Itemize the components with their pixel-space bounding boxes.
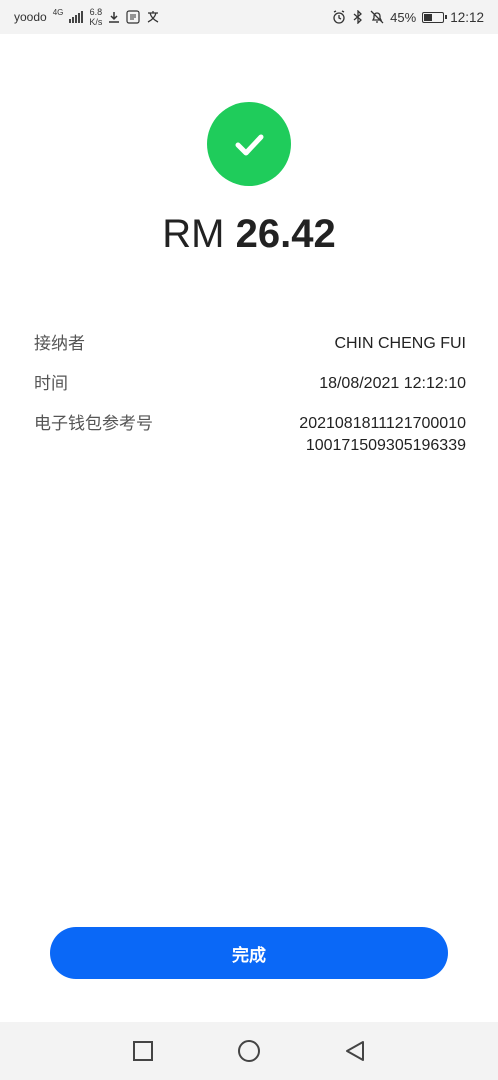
transaction-details: 接纳者 CHIN CHENG FUI 时间 18/08/2021 12:12:1…	[34, 333, 466, 475]
recipient-value: CHIN CHENG FUI	[334, 335, 466, 352]
carrier-name: yoodo	[14, 10, 47, 24]
time-label: 时间	[34, 374, 68, 393]
amount-value: 26.42	[235, 212, 336, 256]
reference-label: 电子钱包参考号	[34, 414, 153, 433]
battery-percent: 45%	[390, 9, 417, 25]
detail-row-time: 时间 18/08/2021 12:12:10	[34, 373, 466, 395]
square-icon	[133, 1041, 153, 1061]
reference-value: 2021081811121700010 100171509305196339	[299, 413, 466, 457]
network-speed: 6.8 K/s	[89, 7, 102, 27]
reference-line-2: 100171509305196339	[305, 437, 466, 454]
triangle-back-icon	[346, 1041, 364, 1061]
notification-app-icon	[126, 10, 140, 24]
status-clock: 12:12	[450, 9, 484, 25]
status-bar-left: yoodo 4G 6.8 K/s	[14, 7, 160, 27]
network-type: 4G	[52, 8, 64, 17]
alarm-icon	[332, 10, 346, 24]
detail-row-recipient: 接纳者 CHIN CHENG FUI	[34, 333, 466, 355]
payment-amount: RM 26.42	[0, 212, 498, 257]
home-button[interactable]	[236, 1038, 262, 1064]
system-nav-bar	[0, 1022, 498, 1080]
speed-unit: K/s	[89, 17, 103, 27]
recipient-label: 接纳者	[34, 334, 85, 353]
checkmark-icon	[235, 134, 264, 156]
back-button[interactable]	[342, 1038, 368, 1064]
reference-line-1: 2021081811121700010	[299, 415, 466, 432]
signal-icon	[69, 11, 84, 23]
currency-label: RM	[162, 212, 225, 256]
status-bar: yoodo 4G 6.8 K/s 45% 12:12	[0, 0, 498, 34]
circle-icon	[238, 1040, 260, 1062]
done-button[interactable]: 完成	[50, 927, 448, 979]
bluetooth-icon	[352, 10, 364, 24]
translate-icon	[146, 10, 160, 24]
speed-value: 6.8	[89, 7, 103, 17]
status-bar-right: 45% 12:12	[332, 10, 484, 25]
time-value: 18/08/2021 12:12:10	[319, 375, 466, 392]
mute-bell-icon	[370, 10, 384, 24]
battery-icon	[422, 11, 448, 23]
download-icon	[108, 11, 120, 23]
detail-row-reference: 电子钱包参考号 2021081811121700010 100171509305…	[34, 413, 466, 457]
recents-button[interactable]	[130, 1038, 156, 1064]
success-check-icon	[207, 102, 291, 186]
